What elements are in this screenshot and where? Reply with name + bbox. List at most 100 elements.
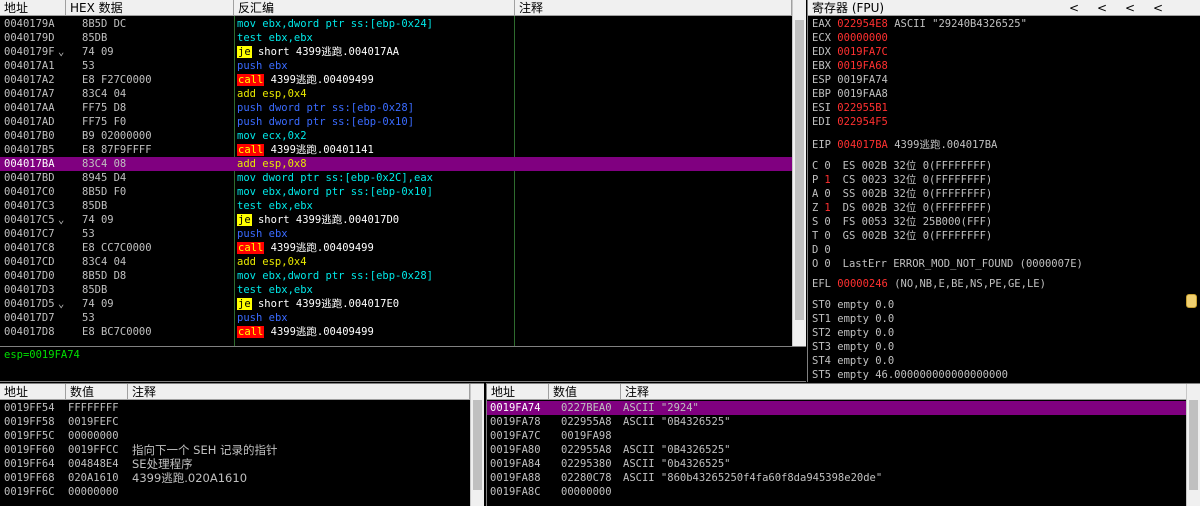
flag-row[interactable]: C 0 ES 002B 32位 0(FFFFFFFF) <box>812 159 992 173</box>
register-row[interactable]: EDX 0019FA7C <box>812 45 888 59</box>
stack-row[interactable]: 0019FA74 0227BEA0 ASCII "2924" <box>487 401 1186 415</box>
stack-row[interactable]: 0019FA84 02295380 ASCII "0b4326525" <box>487 457 1186 471</box>
register-value[interactable]: 004017BA <box>837 139 888 151</box>
flag-value[interactable]: 0 <box>824 230 830 242</box>
stack-pane[interactable]: 地址 数值 注释 0019FA74 0227BEA0 ASCII "2924" 001… <box>486 383 1200 506</box>
register-value[interactable]: 00000246 <box>837 278 888 290</box>
dump-col-comment[interactable]: 注释 <box>128 384 470 400</box>
col-header-address[interactable]: 地址 <box>0 0 66 16</box>
disasm-row[interactable]: 004017C5 ⌄ 74 09 je short 4399逃跑.004017D0 <box>0 213 792 227</box>
fpu-register-row[interactable]: ST4 empty 0.0 <box>812 354 894 368</box>
register-value[interactable]: 022954E8 <box>837 18 888 30</box>
disasm-row[interactable]: 004017AA FF75 D8 push dword ptr ss:[ebp-0x… <box>0 101 792 115</box>
stack-row[interactable]: 0019FA8C 00000000 <box>487 485 1186 499</box>
nav-left-icon[interactable]: < <box>1088 0 1116 15</box>
disasm-row[interactable]: 004017AD FF75 F0 push dword ptr ss:[ebp-0x… <box>0 115 792 129</box>
register-value[interactable]: 0019FAA8 <box>837 88 888 100</box>
disasm-row[interactable]: 0040179D 85DB test ebx,ebx <box>0 31 792 45</box>
dump-row[interactable]: 0019FF58 0019FEFC <box>0 415 470 429</box>
dump-col-address[interactable]: 地址 <box>0 384 66 400</box>
scrollbar-thumb[interactable] <box>795 20 804 320</box>
scrollbar-thumb[interactable] <box>1189 400 1198 490</box>
flag-value[interactable]: 0 <box>824 216 830 228</box>
register-value[interactable]: 00000000 <box>837 32 888 44</box>
register-row[interactable]: EDI 022954F5 <box>812 115 888 129</box>
disasm-row[interactable]: 004017A1 53 push ebx <box>0 59 792 73</box>
stack-col-comment[interactable]: 注释 <box>621 384 1187 400</box>
col-header-disasm[interactable]: 反汇编 <box>234 0 515 16</box>
nav-left-icon[interactable]: < <box>1116 0 1144 15</box>
register-row[interactable]: ECX 00000000 <box>812 31 888 45</box>
dump-row[interactable]: 0019FF54 FFFFFFFF <box>0 401 470 415</box>
registers-header[interactable]: 寄存器 (FPU) < < < < <box>808 0 1200 16</box>
register-value[interactable]: 022955B1 <box>837 102 888 114</box>
flag-row[interactable]: A 0 SS 002B 32位 0(FFFFFFFF) <box>812 187 992 201</box>
flag-value[interactable]: 0 <box>824 160 830 172</box>
stack-scrollbar[interactable] <box>1186 384 1200 506</box>
flag-value[interactable]: 0 <box>824 244 830 256</box>
flag-row[interactable]: O 0 LastErr ERROR_MOD_NOT_FOUND (0000007E) <box>812 257 1083 271</box>
flag-value[interactable]: 0 <box>824 188 830 200</box>
stack-col-value[interactable]: 数值 <box>549 384 621 400</box>
disasm-row[interactable]: 004017B5 E8 87F9FFFF call 4399逃跑.00401141 <box>0 143 792 157</box>
stack-row[interactable]: 0019FA80 022955A8 ASCII "0B4326525" <box>487 443 1186 457</box>
flag-value[interactable]: 1 <box>824 202 830 214</box>
disasm-row[interactable]: 004017C0 8B5D F0 mov ebx,dword ptr ss:[ebp… <box>0 185 792 199</box>
nav-left-icon[interactable]: < <box>1060 0 1088 15</box>
disasm-row[interactable]: 004017C8 E8 CC7C0000 call 4399逃跑.00409499 <box>0 241 792 255</box>
dump-row[interactable]: 0019FF68 020A1610 4399逃跑.020A1610 <box>0 471 470 485</box>
disasm-row[interactable]: 004017B0 B9 02000000 mov ecx,0x2 <box>0 129 792 143</box>
disasm-row[interactable]: 0040179F ⌄ 74 09 je short 4399逃跑.004017AA <box>0 45 792 59</box>
dump-row[interactable]: 0019FF64 004848E4 SE处理程序 <box>0 457 470 471</box>
dump-col-value[interactable]: 数值 <box>66 384 128 400</box>
register-row[interactable]: ESI 022955B1 <box>812 101 888 115</box>
disasm-row[interactable]: 004017CD 83C4 04 add esp,0x4 <box>0 255 792 269</box>
disasm-scrollbar[interactable] <box>792 0 806 346</box>
stack-col-address[interactable]: 地址 <box>487 384 549 400</box>
register-value[interactable]: 0019FA68 <box>837 60 888 72</box>
disasm-row[interactable]: 004017BA 83C4 08 add esp,0x8 <box>0 157 792 171</box>
disasm-row[interactable]: 004017D8 E8 BC7C0000 call 4399逃跑.00409499 <box>0 325 792 339</box>
dump-row[interactable]: 0019FF5C 00000000 <box>0 429 470 443</box>
stack-row[interactable]: 0019FA88 02280C78 ASCII "860b43265250f4fa6… <box>487 471 1186 485</box>
register-value[interactable]: 0019FA74 <box>837 74 888 86</box>
register-row[interactable]: EAX 022954E8 ASCII "29240B4326525" <box>812 17 1027 31</box>
flag-row[interactable]: T 0 GS 002B 32位 0(FFFFFFFF) <box>812 229 992 243</box>
fpu-register-row[interactable]: ST5 empty 46.000000000000000000 <box>812 368 1008 382</box>
registers-pane[interactable]: 寄存器 (FPU) < < < < EAX 022954E8 ASCII "29240… <box>807 0 1200 382</box>
dump-row[interactable]: 0019FF60 0019FFCC 指向下一个 SEH 记录的指针 <box>0 443 470 457</box>
flag-row[interactable]: Z 1 DS 002B 32位 0(FFFFFFFF) <box>812 201 992 215</box>
dump-row[interactable]: 0019FF6C 00000000 <box>0 485 470 499</box>
register-row[interactable]: ESP 0019FA74 <box>812 73 888 87</box>
register-value[interactable]: 022954F5 <box>837 116 888 128</box>
stack-row[interactable]: 0019FA7C 0019FA98 <box>487 429 1186 443</box>
disasm-row[interactable]: 004017BD 8945 D4 mov dword ptr ss:[ebp-0x2… <box>0 171 792 185</box>
disasm-row[interactable]: 004017D3 85DB test ebx,ebx <box>0 283 792 297</box>
flag-value[interactable]: 1 <box>824 174 830 186</box>
flag-row[interactable]: P 1 CS 0023 32位 0(FFFFFFFF) <box>812 173 992 187</box>
col-header-hex[interactable]: HEX 数据 <box>66 0 234 16</box>
fpu-register-row[interactable]: ST2 empty 0.0 <box>812 326 894 340</box>
dump-scrollbar[interactable] <box>470 384 484 506</box>
disasm-row[interactable]: 004017A2 E8 F27C0000 call 4399逃跑.00409499 <box>0 73 792 87</box>
lock-icon[interactable] <box>1186 294 1197 308</box>
disasm-row[interactable]: 0040179A 8B5D DC mov ebx,dword ptr ss:[ebp… <box>0 17 792 31</box>
disassembly-pane[interactable]: 地址 HEX 数据 反汇编 注释 0040179A 8B5D DC mov ebx,… <box>0 0 806 346</box>
fpu-register-row[interactable]: ST3 empty 0.0 <box>812 340 894 354</box>
flag-value[interactable]: 0 <box>824 258 830 270</box>
register-row[interactable]: EBX 0019FA68 <box>812 59 888 73</box>
register-row-eip[interactable]: EIP 004017BA 4399逃跑.004017BA <box>812 138 997 152</box>
col-header-comment[interactable]: 注释 <box>515 0 792 16</box>
disasm-row[interactable]: 004017D7 53 push ebx <box>0 311 792 325</box>
disasm-row[interactable]: 004017C3 85DB test ebx,ebx <box>0 199 792 213</box>
register-row-efl[interactable]: EFL 00000246 (NO,NB,E,BE,NS,PE,GE,LE) <box>812 277 1046 291</box>
fpu-register-row[interactable]: ST0 empty 0.0 <box>812 298 894 312</box>
dump-pane[interactable]: 地址 数值 注释 0019FF54 FFFFFFFF 0019FF58 0019FEF… <box>0 383 484 506</box>
nav-left-icon[interactable]: < <box>1144 0 1172 15</box>
flag-row[interactable]: S 0 FS 0053 32位 25B000(FFF) <box>812 215 992 229</box>
stack-row[interactable]: 0019FA78 022955A8 ASCII "0B4326525" <box>487 415 1186 429</box>
registers-scrollbar[interactable] <box>1184 290 1200 320</box>
flag-row[interactable]: D0 <box>812 243 843 257</box>
fpu-register-row[interactable]: ST1 empty 0.0 <box>812 312 894 326</box>
scrollbar-thumb[interactable] <box>473 400 482 490</box>
